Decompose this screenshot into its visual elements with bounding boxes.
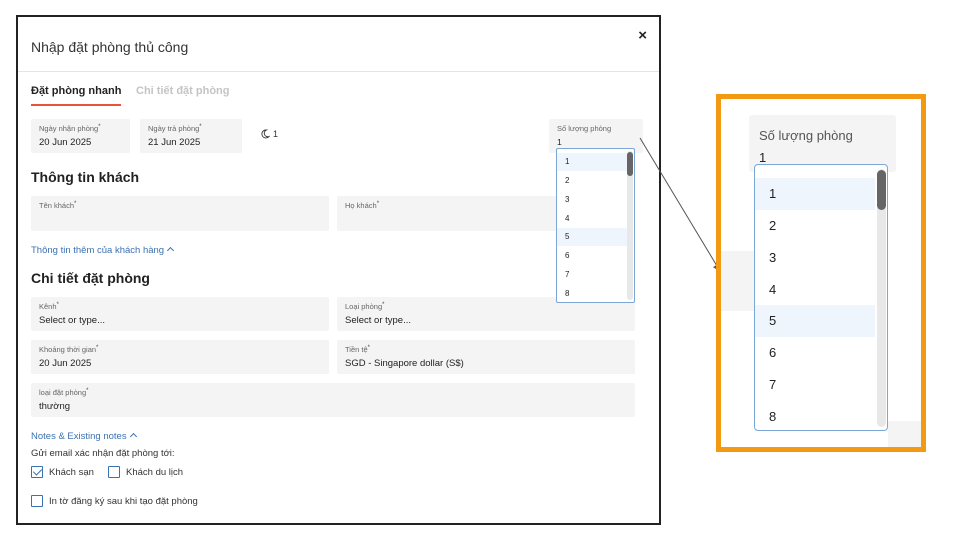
channel-label: Kênh: [39, 302, 57, 311]
chevron-up-icon: [129, 432, 137, 441]
nights-count: 1: [260, 129, 278, 139]
checkin-date-field[interactable]: Ngày nhận phòng* 20 Jun 2025: [31, 119, 130, 153]
moon-icon: [261, 129, 270, 139]
print-form-checkbox[interactable]: [31, 495, 43, 507]
zoom-option: 4: [769, 282, 777, 297]
room-count-option[interactable]: 4: [557, 210, 627, 228]
zoom-background-field: [721, 251, 755, 311]
dialog-title: Nhập đặt phòng thủ công: [31, 39, 189, 55]
active-tab-indicator: [31, 104, 121, 106]
room-count-option[interactable]: 7: [557, 266, 627, 284]
zoom-option: 2: [769, 218, 777, 233]
email-confirm-label: Gửi email xác nhận đặt phòng tới:: [31, 448, 175, 459]
zoom-scrollbar-thumb: [877, 170, 886, 210]
hotel-checkbox-label: Khách sạn: [49, 467, 94, 478]
checkout-date-field[interactable]: Ngày trả phòng* 21 Jun 2025: [140, 119, 242, 153]
booking-type-label: loại đặt phòng: [39, 388, 87, 397]
room-type-label: Loại phòng: [345, 302, 383, 311]
channel-value: Select or type...: [39, 315, 106, 326]
booking-type-select[interactable]: loại đặt phòng* thường: [31, 383, 635, 417]
tab-quick-booking[interactable]: Đặt phòng nhanh: [31, 85, 121, 97]
period-field[interactable]: Khoảng thời gian* 20 Jun 2025: [31, 340, 329, 374]
currency-label: Tiền tệ: [345, 345, 368, 354]
channel-select[interactable]: Kênh* Select or type...: [31, 297, 329, 331]
checkout-label: Ngày trả phòng: [148, 124, 200, 133]
period-value: 20 Jun 2025: [39, 358, 92, 369]
checkin-value: 20 Jun 2025: [39, 137, 92, 148]
zoom-option: 1: [755, 178, 875, 210]
room-count-dropdown[interactable]: 1 2 3 4 5 6 7 8: [556, 148, 635, 303]
manual-booking-dialog: Nhập đặt phòng thủ công × Đặt phòng nhan…: [16, 15, 661, 525]
room-count-option[interactable]: 8: [557, 285, 627, 302]
close-icon[interactable]: ×: [638, 27, 647, 44]
last-name-label: Họ khách: [345, 201, 377, 210]
dropdown-scrollbar-thumb[interactable]: [627, 152, 633, 176]
travel-agent-checkbox[interactable]: [108, 466, 120, 478]
nights-value: 1: [273, 129, 279, 139]
room-count-option[interactable]: 6: [557, 247, 627, 265]
first-name-label: Tên khách: [39, 201, 75, 210]
first-name-field[interactable]: Tên khách*: [31, 196, 329, 231]
room-count-option[interactable]: 1: [557, 153, 627, 171]
hotel-checkbox[interactable]: [31, 466, 43, 478]
zoom-option: 7: [769, 377, 777, 392]
zoom-callout: Số lượng phòng 1 1 2 3 4 5 6 7 8: [716, 94, 926, 452]
zoom-option: 5: [755, 305, 875, 337]
room-count-option[interactable]: 3: [557, 191, 627, 209]
room-type-value: Select or type...: [345, 315, 412, 326]
checkin-label: Ngày nhận phòng: [39, 124, 99, 133]
zoom-room-count-label: Số lượng phòng: [759, 128, 853, 143]
tab-booking-details[interactable]: Chi tiết đặt phòng: [136, 85, 229, 97]
chevron-up-icon: [167, 246, 175, 255]
booking-details-heading: Chi tiết đặt phòng: [31, 270, 150, 286]
zoom-background-field: [888, 421, 921, 447]
room-count-label: Số lượng phòng: [557, 124, 612, 133]
currency-select[interactable]: Tiền tệ* SGD - Singapore dollar (S$): [337, 340, 635, 374]
zoom-option: 8: [769, 409, 777, 424]
period-label: Khoảng thời gian: [39, 345, 97, 354]
booking-type-value: thường: [39, 401, 71, 412]
guest-info-heading: Thông tin khách: [31, 169, 140, 185]
room-count-option[interactable]: 2: [557, 172, 627, 190]
travel-agent-checkbox-label: Khách du lịch: [126, 467, 184, 478]
more-guest-info-link[interactable]: Thông tin thêm của khách hàng: [31, 245, 175, 256]
print-form-checkbox-label: In tờ đăng ký sau khi tạo đặt phòng: [49, 496, 198, 507]
currency-value: SGD - Singapore dollar (S$): [345, 358, 464, 369]
room-count-value: 1: [557, 137, 562, 147]
zoom-room-count-value: 1: [759, 150, 767, 165]
room-count-option[interactable]: 5: [557, 228, 627, 246]
notes-link[interactable]: Notes & Existing notes: [31, 431, 137, 442]
zoom-option: 3: [769, 250, 777, 265]
zoom-option: 6: [769, 345, 777, 360]
zoom-room-count-dropdown: 1 2 3 4 5 6 7 8: [754, 164, 888, 431]
checkout-value: 21 Jun 2025: [148, 137, 201, 148]
divider: [18, 71, 659, 72]
